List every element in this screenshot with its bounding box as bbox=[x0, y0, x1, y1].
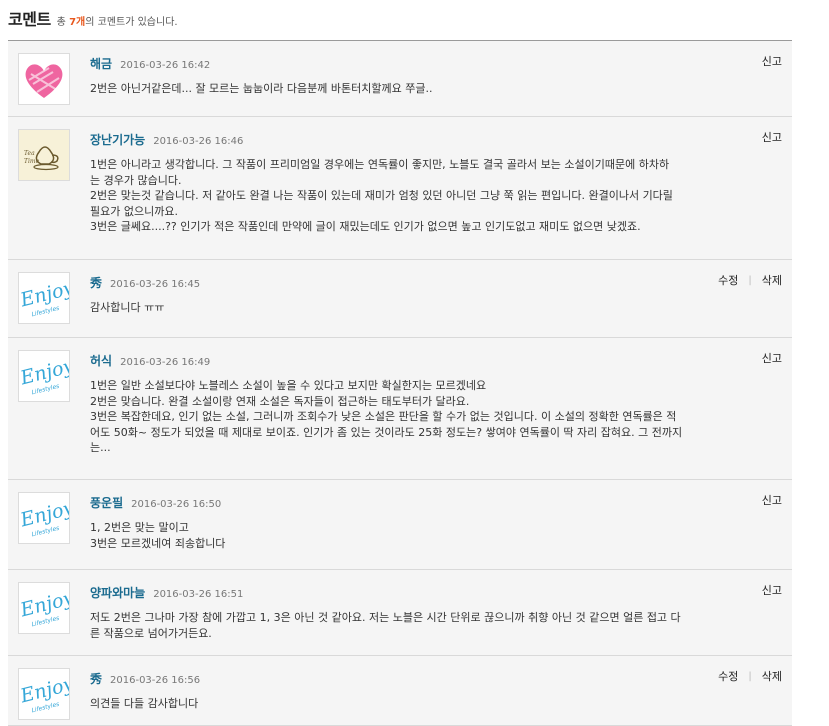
comment-text-line: 3번은 모르겠네여 죄송합니다 bbox=[90, 536, 226, 550]
comment-text-line: 필요가 없으니까요. bbox=[90, 204, 178, 218]
comment-date: 2016-03-26 16:49 bbox=[120, 357, 211, 368]
comment-text-line: 의견들 다들 감사합니다 bbox=[90, 697, 199, 710]
enjoy-logo-icon: EnjoyLifestyles bbox=[19, 273, 69, 323]
comment-item: Tea Time 장난기가능 2016-03-26 16:46 신고 1번은 아니라고 생… bbox=[8, 117, 792, 260]
comment-text-line: 감사합니다 ㅠㅠ bbox=[90, 301, 165, 314]
comment-body: 2번은 아닌거같은데... 잘 모르는 눕눕이라 다음분께 바톤터치할께요 쭈글… bbox=[90, 81, 780, 97]
comment-meta: 해금 2016-03-26 16:42 bbox=[90, 55, 210, 72]
report-button[interactable]: 신고 bbox=[762, 129, 782, 145]
comment-body: 저도 2번은 그나마 가장 참에 가깝고 1, 3은 아닌 것 같아요. 저는 … bbox=[90, 610, 780, 641]
comment-date: 2016-03-26 16:46 bbox=[153, 136, 244, 147]
comment-date: 2016-03-26 16:51 bbox=[153, 589, 244, 600]
avatar[interactable]: Enjoy Lifestyles bbox=[18, 582, 70, 634]
comments-summary: 총 7개의 코멘트가 있습니다. bbox=[56, 17, 178, 28]
comment-actions: 신고 bbox=[762, 129, 782, 145]
comment-item: 해금 2016-03-26 16:42 신고 2번은 아닌거같은데... 잘 모르는 … bbox=[8, 41, 792, 117]
comment-item: Enjoy Lifestyles 秀 2016-03-26 16:56 수정 | 삭제의견들… bbox=[8, 656, 792, 726]
edit-button[interactable]: 수정 bbox=[718, 668, 738, 684]
comment-meta: 장난기가능 2016-03-26 16:46 bbox=[90, 131, 243, 148]
comment-date: 2016-03-26 16:45 bbox=[110, 279, 201, 290]
comment-actions: 신고 bbox=[762, 492, 782, 508]
avatar[interactable] bbox=[18, 53, 70, 105]
avatar[interactable]: Enjoy Lifestyles bbox=[18, 492, 70, 544]
comment-actions: 신고 bbox=[762, 350, 782, 366]
comment-list: 해금 2016-03-26 16:42 신고 2번은 아닌거같은데... 잘 모르는 … bbox=[8, 41, 792, 726]
delete-button[interactable]: 삭제 bbox=[762, 668, 782, 684]
comment-text-line: 른 작품으로 넘어가거든요. bbox=[90, 626, 212, 640]
comment-date: 2016-03-26 16:50 bbox=[131, 499, 222, 510]
comment-meta: 풍운필 2016-03-26 16:50 bbox=[90, 494, 221, 511]
action-separator: | bbox=[748, 670, 752, 682]
comment-text-line: 3번은 복잡한데요, 인기 없는 소설, 그러니까 조회수가 낮은 소설은 판단… bbox=[90, 410, 677, 423]
comment-body: 1번은 일반 소설보다야 노블레스 소설이 높을 수 있다고 보지만 확실한지는… bbox=[90, 378, 780, 456]
comment-actions: 수정 | 삭제 bbox=[718, 272, 782, 288]
comment-date: 2016-03-26 16:56 bbox=[110, 675, 201, 686]
avatar[interactable]: Enjoy Lifestyles bbox=[18, 668, 70, 720]
edit-button[interactable]: 수정 bbox=[718, 272, 738, 288]
enjoy-logo-icon: EnjoyLifestyles bbox=[19, 583, 69, 633]
comment-body: 1번은 아니라고 생각합니다. 그 작품이 프리미엄일 경우에는 연독률이 좋지… bbox=[90, 157, 780, 235]
comments-header: 코멘트 총 7개의 코멘트가 있습니다. bbox=[8, 6, 178, 30]
comment-text-line: 2번은 아닌거같은데... 잘 모르는 눕눕이라 다음분께 바톤터치할께요 쭈글… bbox=[90, 82, 433, 95]
enjoy-logo-icon: EnjoyLifestyles bbox=[19, 351, 69, 401]
comment-item: Enjoy Lifestyles 양파와마늘 2016-03-26 16:51 신고저도… bbox=[8, 570, 792, 656]
enjoy-logo-icon: EnjoyLifestyles bbox=[19, 669, 69, 719]
comments-title: 코멘트 bbox=[8, 10, 51, 29]
comment-text-line: 2번은 맞는것 같습니다. 저 같아도 완결 나는 작품이 있는데 재미가 엄청… bbox=[90, 189, 673, 202]
comment-author[interactable]: 秀 bbox=[90, 670, 102, 687]
comment-text-line: 2번은 맞습니다. 완결 소설이랑 연재 소설은 독자들이 접근하는 태도부터가… bbox=[90, 394, 470, 408]
comment-text-line: 는... bbox=[90, 441, 111, 454]
action-separator: | bbox=[748, 274, 752, 286]
tea-cup-icon: TeaTime bbox=[19, 130, 69, 180]
comment-text-line: 3번은 글쎄요....?? 인기가 적은 작품인데 만약에 글이 재밌는데도 인… bbox=[90, 220, 641, 233]
comment-text-line: 저도 2번은 그나마 가장 참에 가깝고 1, 3은 아닌 것 같아요. 저는 … bbox=[90, 611, 681, 624]
comment-actions: 수정 | 삭제 bbox=[718, 668, 782, 684]
comment-author[interactable]: 장난기가능 bbox=[90, 131, 145, 148]
comment-body: 의견들 다들 감사합니다 bbox=[90, 696, 780, 712]
comment-author[interactable]: 秀 bbox=[90, 274, 102, 291]
comment-meta: 秀 2016-03-26 16:45 bbox=[90, 274, 200, 291]
comment-item: Enjoy Lifestyles 秀 2016-03-26 16:45 수정 | 삭제감사합… bbox=[8, 260, 792, 338]
enjoy-logo-icon: EnjoyLifestyles bbox=[19, 493, 69, 543]
comment-author[interactable]: 풍운필 bbox=[90, 494, 123, 511]
comment-text-line: 어도 50화~ 정도가 되었을 때 제대로 보이죠. 인기가 좀 있는 것이라도… bbox=[90, 425, 683, 439]
report-button[interactable]: 신고 bbox=[762, 350, 782, 366]
comment-text-line: 1번은 일반 소설보다야 노블레스 소설이 높을 수 있다고 보지만 확실한지는… bbox=[90, 379, 487, 392]
comment-body: 감사합니다 ㅠㅠ bbox=[90, 300, 780, 316]
comment-author[interactable]: 양파와마늘 bbox=[90, 584, 145, 601]
tea-logo-text: Tea bbox=[24, 150, 35, 157]
report-button[interactable]: 신고 bbox=[762, 582, 782, 598]
avatar[interactable]: Enjoy Lifestyles bbox=[18, 350, 70, 402]
comment-text-line: 는 경우가 많습니다. bbox=[90, 173, 182, 187]
comment-text-line: 1번은 아니라고 생각합니다. 그 작품이 프리미엄일 경우에는 연독률이 좋지… bbox=[90, 158, 670, 171]
avatar[interactable]: Tea Time bbox=[18, 129, 70, 181]
tea-logo-subtext: Time bbox=[24, 158, 40, 165]
heart-icon bbox=[19, 54, 69, 104]
comment-actions: 신고 bbox=[762, 582, 782, 598]
comment-count: 7개 bbox=[69, 17, 86, 28]
comment-item: Enjoy Lifestyles 허식 2016-03-26 16:49 신고 1번은 일… bbox=[8, 338, 792, 480]
comment-author[interactable]: 해금 bbox=[90, 55, 112, 72]
comment-author[interactable]: 허식 bbox=[90, 352, 112, 369]
comment-body: 1, 2번은 맞는 말이고 3번은 모르겠네여 죄송합니다 bbox=[90, 520, 780, 551]
comment-meta: 허식 2016-03-26 16:49 bbox=[90, 352, 210, 369]
report-button[interactable]: 신고 bbox=[762, 492, 782, 508]
comment-meta: 양파와마늘 2016-03-26 16:51 bbox=[90, 584, 243, 601]
delete-button[interactable]: 삭제 bbox=[762, 272, 782, 288]
comment-item: Enjoy Lifestyles 풍운필 2016-03-26 16:50 신고 1, 2… bbox=[8, 480, 792, 570]
comment-text-line: 1, 2번은 맞는 말이고 bbox=[90, 521, 189, 534]
comment-date: 2016-03-26 16:42 bbox=[120, 60, 211, 71]
comment-meta: 秀 2016-03-26 16:56 bbox=[90, 670, 200, 687]
comment-actions: 신고 bbox=[762, 53, 782, 69]
avatar[interactable]: Enjoy Lifestyles bbox=[18, 272, 70, 324]
report-button[interactable]: 신고 bbox=[762, 53, 782, 69]
